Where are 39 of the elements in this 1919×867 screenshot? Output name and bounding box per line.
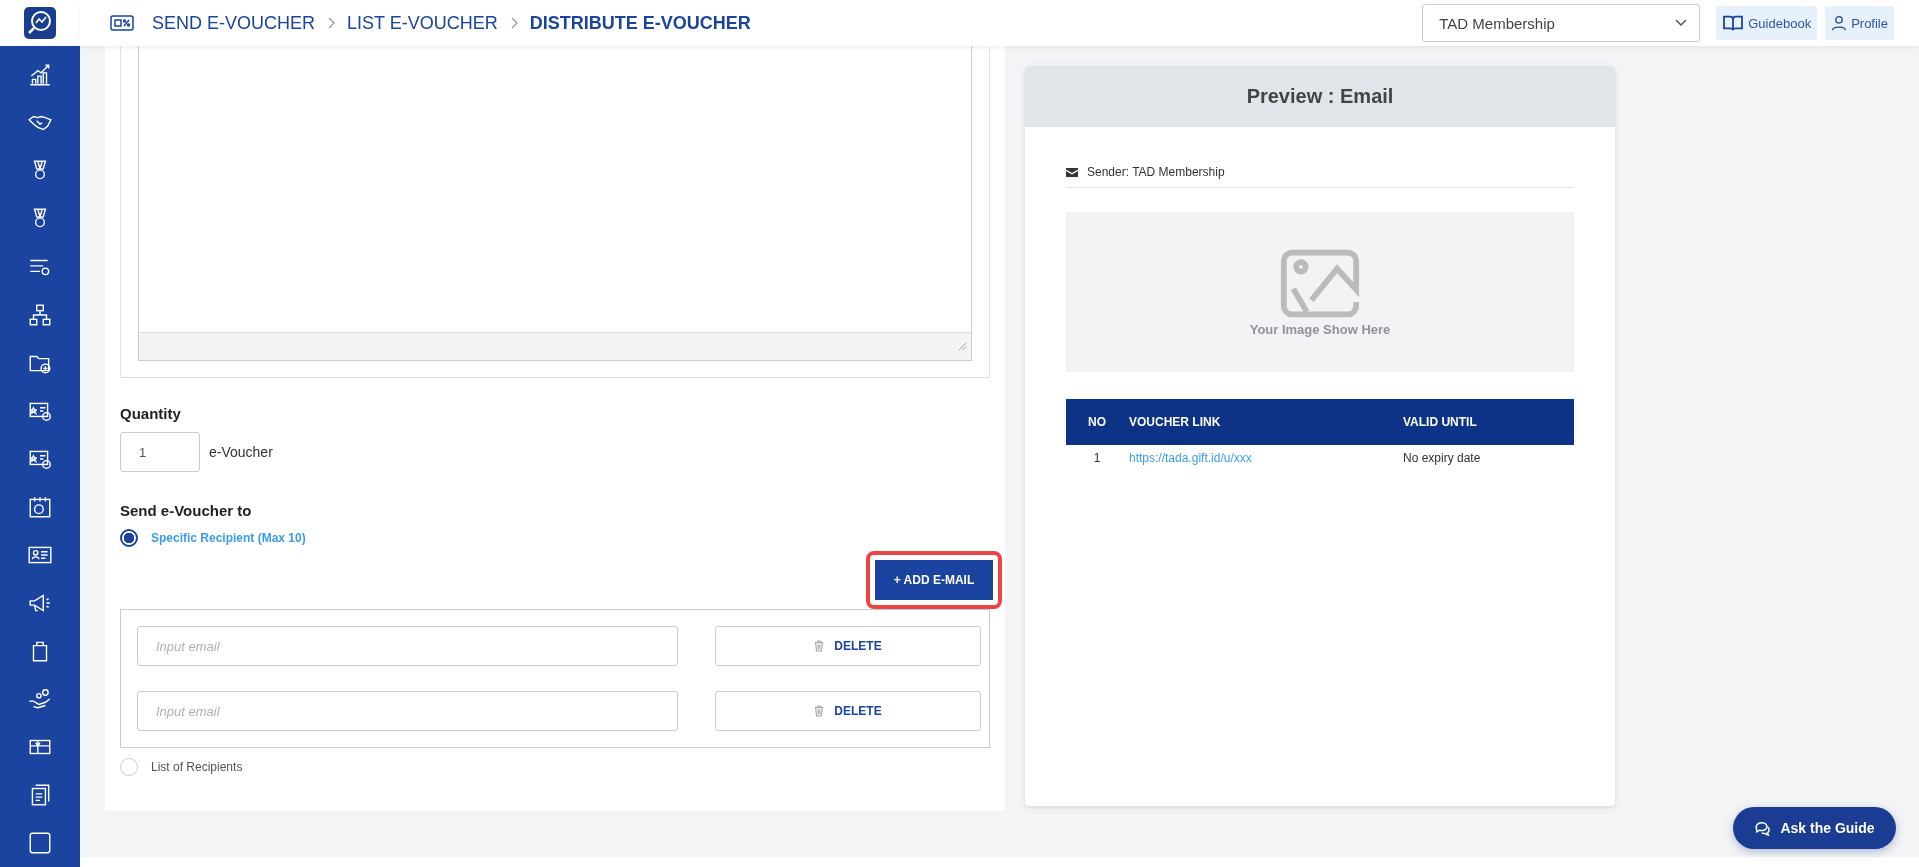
quantity-label: Quantity [120, 405, 182, 422]
unit-label: e-Voucher [209, 444, 273, 460]
voucher-icon [110, 14, 134, 32]
image-icon [1280, 247, 1360, 318]
breadcrumb-link[interactable]: LIST E-VOUCHER [347, 12, 498, 34]
trash-icon [814, 640, 825, 652]
column-header: VOUCHER LINK [1128, 399, 1402, 445]
envelope-icon [1066, 167, 1078, 177]
delete-button[interactable]: DELETE [715, 691, 981, 731]
breadcrumb-link[interactable]: DISTRIBUTE E-VOUCHER [529, 12, 751, 34]
chevron-icon [327, 17, 336, 29]
placeholder-text: Your Image Show Here [1249, 321, 1391, 337]
email-field[interactable]: Input email [137, 626, 678, 666]
caret-icon [1675, 19, 1688, 27]
quantity-field[interactable]: 1 [120, 432, 200, 472]
delete-button[interactable]: DELETE [715, 626, 981, 666]
column-header: NO [1066, 399, 1128, 445]
book-icon [1722, 14, 1745, 32]
ask-guide-button[interactable]: Ask the Guide [1733, 807, 1896, 849]
resize-grip-icon [958, 342, 967, 351]
column-header: VALID UNTIL [1402, 399, 1574, 445]
add-email-button[interactable]: + ADD E-MAIL [875, 560, 993, 600]
table-cell: No expiry date [1403, 451, 1481, 465]
preview-title: Preview : Email [1246, 85, 1394, 108]
sender-text: Sender: TAD Membership [1087, 165, 1225, 179]
table-cell: 1 [1093, 451, 1101, 465]
radio-button[interactable] [120, 529, 138, 547]
option-label[interactable]: List of Recipients [151, 760, 243, 774]
breadcrumb-link[interactable]: SEND E-VOUCHER [152, 12, 316, 34]
logo-icon [24, 7, 56, 39]
chevron-icon [509, 17, 518, 29]
guidebook-button[interactable]: Guidebook [1716, 6, 1818, 40]
account-select[interactable]: TAD Membership [1422, 4, 1701, 42]
send-to-label: Send e-Voucher to [120, 502, 253, 519]
email-field[interactable]: Input email [137, 691, 678, 731]
profile-button[interactable]: Profile [1825, 6, 1894, 40]
chat-icon [1754, 820, 1772, 836]
person-icon [1831, 15, 1848, 31]
trash-icon [814, 705, 825, 717]
